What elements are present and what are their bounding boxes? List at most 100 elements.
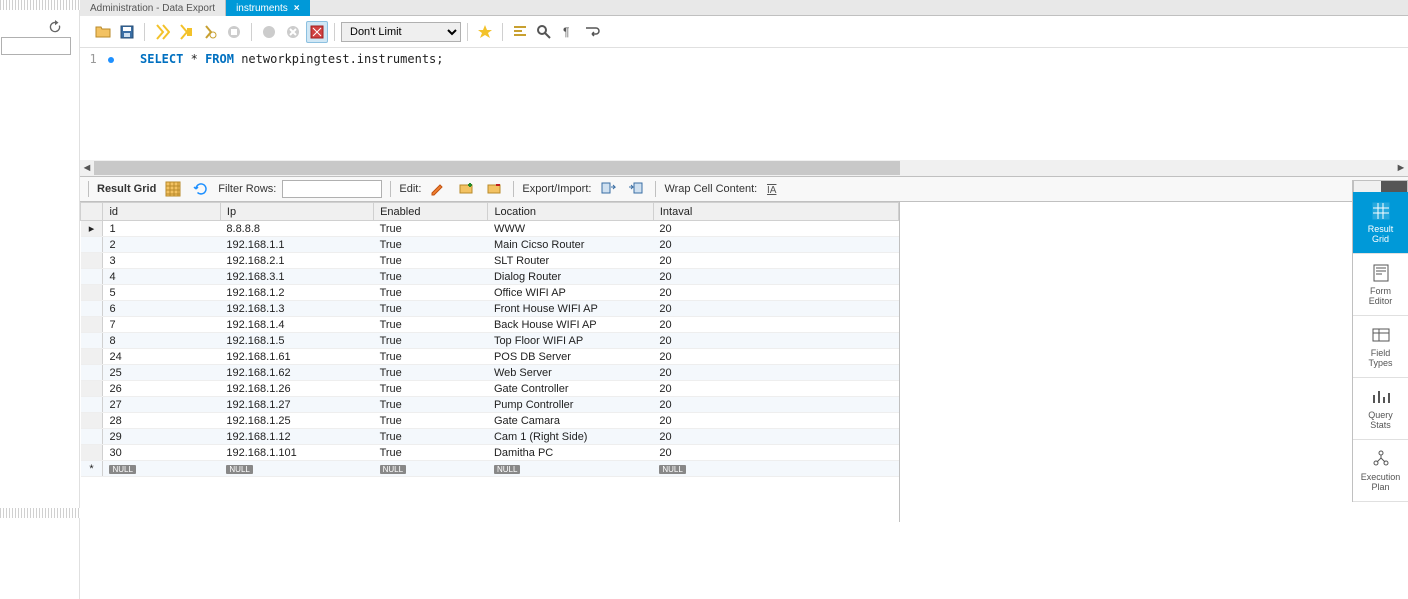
cell-id[interactable]: 1 (103, 221, 220, 237)
cell-location[interactable]: Cam 1 (Right Side) (488, 429, 653, 445)
side-panel-toggle[interactable] (1353, 180, 1408, 192)
row-marker[interactable] (81, 397, 103, 413)
table-row[interactable]: 27 192.168.1.27 True Pump Controller 20 (81, 397, 899, 413)
cell-id[interactable]: 24 (103, 349, 220, 365)
cell-intaval[interactable]: 20 (653, 397, 898, 413)
cell-intaval[interactable]: 20 (653, 445, 898, 461)
table-row[interactable]: 24 192.168.1.61 True POS DB Server 20 (81, 349, 899, 365)
side-panel-query-stats[interactable]: Query Stats (1353, 378, 1408, 440)
table-row[interactable]: 26 192.168.1.26 True Gate Controller 20 (81, 381, 899, 397)
row-marker[interactable] (81, 253, 103, 269)
cell-intaval[interactable]: 20 (653, 253, 898, 269)
tab-admin-export[interactable]: Administration - Data Export (80, 0, 226, 16)
column-header-id[interactable]: id (103, 203, 220, 221)
cell-location[interactable]: Back House WIFI AP (488, 317, 653, 333)
cell-enabled[interactable]: True (374, 285, 488, 301)
cell-intaval[interactable]: 20 (653, 349, 898, 365)
row-marker[interactable] (81, 269, 103, 285)
cell-intaval[interactable]: 20 (653, 221, 898, 237)
row-marker[interactable] (81, 285, 103, 301)
cell-null[interactable]: NULL (220, 461, 373, 477)
commit-button[interactable] (258, 21, 280, 43)
table-row[interactable]: ▸ 1 8.8.8.8 True WWW 20 (81, 221, 899, 237)
beautify-button[interactable] (509, 21, 531, 43)
delete-row-button[interactable] (483, 178, 505, 200)
row-marker[interactable] (81, 237, 103, 253)
cell-ip[interactable]: 192.168.1.61 (220, 349, 373, 365)
table-row[interactable]: 5 192.168.1.2 True Office WIFI AP 20 (81, 285, 899, 301)
cell-id[interactable]: 28 (103, 413, 220, 429)
table-row[interactable]: 28 192.168.1.25 True Gate Camara 20 (81, 413, 899, 429)
side-panel-field-types[interactable]: Field Types (1353, 316, 1408, 378)
cell-location[interactable]: Top Floor WIFI AP (488, 333, 653, 349)
scroll-right-icon[interactable]: ► (1394, 161, 1408, 175)
cell-location[interactable]: Front House WIFI AP (488, 301, 653, 317)
cell-ip[interactable]: 192.168.1.27 (220, 397, 373, 413)
panel-drag-handle-bottom[interactable] (0, 508, 80, 518)
cell-enabled[interactable]: True (374, 269, 488, 285)
execute-current-button[interactable] (175, 21, 197, 43)
row-marker[interactable] (81, 301, 103, 317)
open-file-button[interactable] (92, 21, 114, 43)
cell-ip[interactable]: 8.8.8.8 (220, 221, 373, 237)
column-header-intaval[interactable]: Intaval (653, 203, 898, 221)
cell-enabled[interactable]: True (374, 253, 488, 269)
export-button[interactable] (597, 178, 619, 200)
autocommit-toggle[interactable] (306, 21, 328, 43)
cell-location[interactable]: Web Server (488, 365, 653, 381)
cell-location[interactable]: Office WIFI AP (488, 285, 653, 301)
invisible-chars-button[interactable]: ¶ (557, 21, 579, 43)
table-row[interactable]: 4 192.168.3.1 True Dialog Router 20 (81, 269, 899, 285)
cell-ip[interactable]: 192.168.1.4 (220, 317, 373, 333)
cell-id[interactable]: 8 (103, 333, 220, 349)
cell-location[interactable]: Damitha PC (488, 445, 653, 461)
refresh-icon[interactable] (48, 20, 62, 34)
cell-location[interactable]: Gate Camara (488, 413, 653, 429)
cell-intaval[interactable]: 20 (653, 317, 898, 333)
cell-id[interactable]: 7 (103, 317, 220, 333)
wrap-button[interactable] (581, 21, 603, 43)
side-panel-result-grid[interactable]: Result Grid (1353, 192, 1408, 254)
refresh-results-button[interactable] (190, 178, 212, 200)
row-marker[interactable] (81, 333, 103, 349)
cell-id[interactable]: 30 (103, 445, 220, 461)
cell-enabled[interactable]: True (374, 349, 488, 365)
cell-enabled[interactable]: True (374, 333, 488, 349)
cell-id[interactable]: 27 (103, 397, 220, 413)
cell-id[interactable]: 4 (103, 269, 220, 285)
sql-editor[interactable]: 1 SELECT * FROM networkpingtest.instrume… (80, 48, 1408, 160)
execute-button[interactable] (151, 21, 173, 43)
table-row[interactable]: 7 192.168.1.4 True Back House WIFI AP 20 (81, 317, 899, 333)
side-panel-execution-plan[interactable]: Execution Plan (1353, 440, 1408, 502)
find-button[interactable] (533, 21, 555, 43)
cell-intaval[interactable]: 20 (653, 365, 898, 381)
cell-location[interactable]: POS DB Server (488, 349, 653, 365)
row-marker[interactable] (81, 445, 103, 461)
import-button[interactable] (625, 178, 647, 200)
row-marker[interactable] (81, 381, 103, 397)
cell-ip[interactable]: 192.168.2.1 (220, 253, 373, 269)
row-selector-header[interactable] (81, 203, 103, 221)
column-header-location[interactable]: Location (488, 203, 653, 221)
cell-location[interactable]: SLT Router (488, 253, 653, 269)
cell-null[interactable]: NULL (653, 461, 898, 477)
cell-enabled[interactable]: True (374, 221, 488, 237)
cell-intaval[interactable]: 20 (653, 381, 898, 397)
cell-ip[interactable]: 192.168.1.101 (220, 445, 373, 461)
cell-intaval[interactable]: 20 (653, 285, 898, 301)
cell-location[interactable]: WWW (488, 221, 653, 237)
table-row[interactable]: 2 192.168.1.1 True Main Cicso Router 20 (81, 237, 899, 253)
sql-code[interactable]: SELECT * FROM networkpingtest.instrument… (140, 52, 444, 66)
cell-id[interactable]: 29 (103, 429, 220, 445)
table-row[interactable]: 6 192.168.1.3 True Front House WIFI AP 2… (81, 301, 899, 317)
cell-ip[interactable]: 192.168.1.3 (220, 301, 373, 317)
add-row-button[interactable] (455, 178, 477, 200)
cell-ip[interactable]: 192.168.1.5 (220, 333, 373, 349)
rollback-button[interactable] (282, 21, 304, 43)
tab-instruments[interactable]: instruments× (226, 0, 310, 16)
cell-intaval[interactable]: 20 (653, 333, 898, 349)
cell-intaval[interactable]: 20 (653, 269, 898, 285)
table-row[interactable]: 29 192.168.1.12 True Cam 1 (Right Side) … (81, 429, 899, 445)
cell-enabled[interactable]: True (374, 237, 488, 253)
navigator-filter-input[interactable] (1, 37, 71, 55)
